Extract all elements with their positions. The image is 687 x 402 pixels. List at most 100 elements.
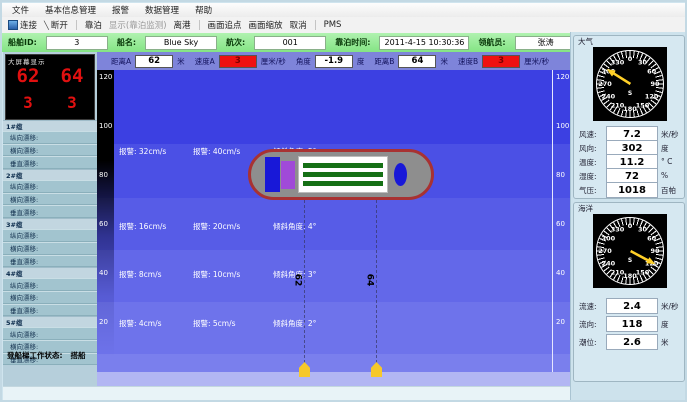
right-distance-ruler: 120 100 80 60 40 20 bbox=[552, 70, 570, 372]
distance-a-value[interactable]: 62 bbox=[135, 55, 173, 68]
pilot-field[interactable]: 张涛 bbox=[515, 36, 577, 50]
current-direction-gauge: 0 30 60 90 120 150 180 210 240 270 300 3… bbox=[593, 214, 667, 288]
gangway-status-label: 登船梯工作状态: bbox=[7, 350, 63, 361]
toolbar-separator bbox=[199, 20, 200, 30]
left-distance-ruler: 120 100 80 60 40 20 bbox=[97, 70, 114, 372]
speed-a-unit: 厘米/秒 bbox=[261, 56, 286, 67]
pms-button[interactable]: PMS bbox=[324, 20, 342, 30]
wind-direction-gauge: 0 30 60 90 120 150 180 210 240 270 300 3… bbox=[593, 47, 667, 121]
gauge-south-label: S bbox=[628, 257, 632, 264]
distance-band bbox=[97, 70, 570, 144]
tide-level-value[interactable]: 2.6 bbox=[606, 334, 658, 350]
ruler-label: 120 bbox=[556, 73, 569, 81]
pressure-value[interactable]: 1018 bbox=[606, 182, 658, 198]
gauge-number: 240 bbox=[602, 260, 616, 268]
app-window: 文件 基本信息管理 报警 数据管理 帮助 连接 ╲断开 靠泊 显示(靠泊监测) … bbox=[0, 0, 687, 402]
ruler-label: 80 bbox=[99, 171, 108, 179]
berthing-chart: 120 100 80 60 40 20 120 100 80 60 40 20 … bbox=[97, 70, 570, 387]
current-speed-value[interactable]: 2.4 bbox=[606, 298, 658, 314]
distance-b-unit: 米 bbox=[440, 56, 448, 67]
display-speed-b: 3 bbox=[67, 93, 77, 112]
pilot-label: 领航员: bbox=[478, 37, 505, 48]
ruler-label: 100 bbox=[99, 122, 112, 130]
wind-speed-row: 风速:7.2米/秒 bbox=[574, 126, 684, 141]
drift-item: 纵向漂移: bbox=[3, 278, 97, 291]
menu-help[interactable]: 帮助 bbox=[195, 4, 212, 16]
gauge-number: 270 bbox=[598, 247, 612, 255]
menu-file[interactable]: 文件 bbox=[12, 4, 29, 16]
gauge-number: 60 bbox=[647, 235, 656, 243]
gauge-number: 90 bbox=[650, 80, 659, 88]
alarm-threshold-row-3deg: 报警: 8cm/s报警: 10cm/s倾斜角度: 3° bbox=[119, 269, 316, 280]
current-speed-row: 流速:2.4米/秒 bbox=[574, 298, 684, 313]
angle-unit: 度 bbox=[357, 56, 365, 67]
alarm-threshold-row-2deg: 报警: 4cm/s报警: 5cm/s倾斜角度: 2° bbox=[119, 318, 316, 329]
ship-id-label: 船舶ID: bbox=[8, 37, 37, 48]
drift-item: 纵向漂移: bbox=[3, 229, 97, 242]
ruler-label: 80 bbox=[556, 171, 565, 179]
gauge-number: 0 bbox=[628, 222, 633, 230]
ruler-label: 100 bbox=[556, 122, 569, 130]
ruler-label: 120 bbox=[99, 73, 112, 81]
connect-icon bbox=[8, 20, 18, 30]
berth-time-label: 靠泊时间: bbox=[335, 37, 370, 48]
gauge-number: 30 bbox=[638, 225, 647, 233]
menu-bar: 文件 基本信息管理 报警 数据管理 帮助 bbox=[2, 3, 687, 17]
ship-name-field[interactable]: Blue Sky bbox=[145, 36, 217, 50]
gauge-number: 150 bbox=[636, 269, 650, 277]
gauge-number: 300 bbox=[602, 235, 616, 243]
cable-group-2: 2#缆 纵向漂移: 横向漂移: 垂直漂移: bbox=[3, 169, 97, 218]
gauge-number: 180 bbox=[623, 105, 637, 113]
weather-groupbox: 大气 0 30 60 90 120 150 180 210 240 270 30… bbox=[573, 35, 685, 199]
drift-item: 横向漂移: bbox=[3, 144, 97, 157]
berth-button[interactable]: 靠泊 bbox=[85, 19, 102, 31]
speed-b-value[interactable]: 3 bbox=[482, 55, 520, 68]
berth-time-field[interactable]: 2011-4-15 10:30:36 bbox=[379, 36, 469, 50]
cargo-stripe bbox=[303, 163, 383, 168]
ruler-label: 40 bbox=[99, 269, 108, 277]
cable-group-header: 5#缆 bbox=[3, 316, 97, 327]
menu-alarm[interactable]: 报警 bbox=[112, 4, 129, 16]
drift-item: 纵向漂移: bbox=[3, 180, 97, 193]
ship-graphic[interactable] bbox=[248, 149, 434, 200]
measure-bar: 距离A 62 米 速度A 3 厘米/秒 角度 -1.9 度 距离B 64 米 速… bbox=[97, 52, 570, 70]
ship-bow-tank bbox=[394, 163, 407, 186]
drift-item: 垂直漂移: bbox=[3, 205, 97, 218]
show-berth-monitor-button[interactable]: 显示(靠泊监测) bbox=[109, 19, 167, 31]
cargo-stripe bbox=[303, 172, 383, 177]
screen-zoom-button[interactable]: 画面缩放 bbox=[249, 19, 283, 31]
voyage-field[interactable]: 001 bbox=[254, 36, 326, 50]
cable-group-header: 2#缆 bbox=[3, 169, 97, 180]
alarm-threshold-row-4deg: 报警: 16cm/s报警: 20cm/s倾斜角度: 4° bbox=[119, 221, 316, 232]
current-direction-value[interactable]: 118 bbox=[606, 316, 658, 332]
distance-b-value[interactable]: 64 bbox=[398, 55, 436, 68]
ruler-label: 20 bbox=[99, 318, 108, 326]
gauge-number: 270 bbox=[598, 80, 612, 88]
disconnect-button[interactable]: ╲断开 bbox=[44, 19, 68, 31]
gauge-number: 240 bbox=[602, 93, 616, 101]
speed-a-label: 速度A bbox=[195, 56, 215, 67]
cancel-button[interactable]: 取消 bbox=[290, 19, 307, 31]
gauge-number: 210 bbox=[611, 269, 625, 277]
screen-track-point-button[interactable]: 画面追点 bbox=[208, 19, 242, 31]
cargo-stripe bbox=[303, 181, 383, 186]
ocean-title: 海洋 bbox=[578, 203, 593, 214]
weather-title: 大气 bbox=[578, 36, 593, 47]
info-bar: 船舶ID: 3 船名: Blue Sky 航次: 001 靠泊时间: 2011-… bbox=[2, 33, 578, 52]
display-distance-a: 62 bbox=[17, 65, 40, 87]
gangway-status-value: 搭船 bbox=[71, 350, 86, 361]
angle-value[interactable]: -1.9 bbox=[315, 55, 353, 68]
menu-basic-info[interactable]: 基本信息管理 bbox=[45, 4, 96, 16]
distance-band bbox=[97, 354, 570, 372]
connect-button[interactable]: 连接 bbox=[8, 19, 37, 31]
drift-item: 垂直漂移: bbox=[3, 304, 97, 317]
ship-bridge-block bbox=[265, 157, 280, 192]
disconnect-icon: ╲ bbox=[44, 21, 49, 30]
speed-a-value[interactable]: 3 bbox=[219, 55, 257, 68]
gauge-number: 0 bbox=[628, 55, 633, 63]
depart-button[interactable]: 离港 bbox=[174, 19, 191, 31]
display-distance-b: 64 bbox=[61, 65, 84, 87]
ocean-groupbox: 海洋 0 30 60 90 120 150 180 210 240 270 30… bbox=[573, 202, 685, 382]
menu-data-mgmt[interactable]: 数据管理 bbox=[145, 4, 179, 16]
ship-id-field[interactable]: 3 bbox=[46, 36, 108, 50]
